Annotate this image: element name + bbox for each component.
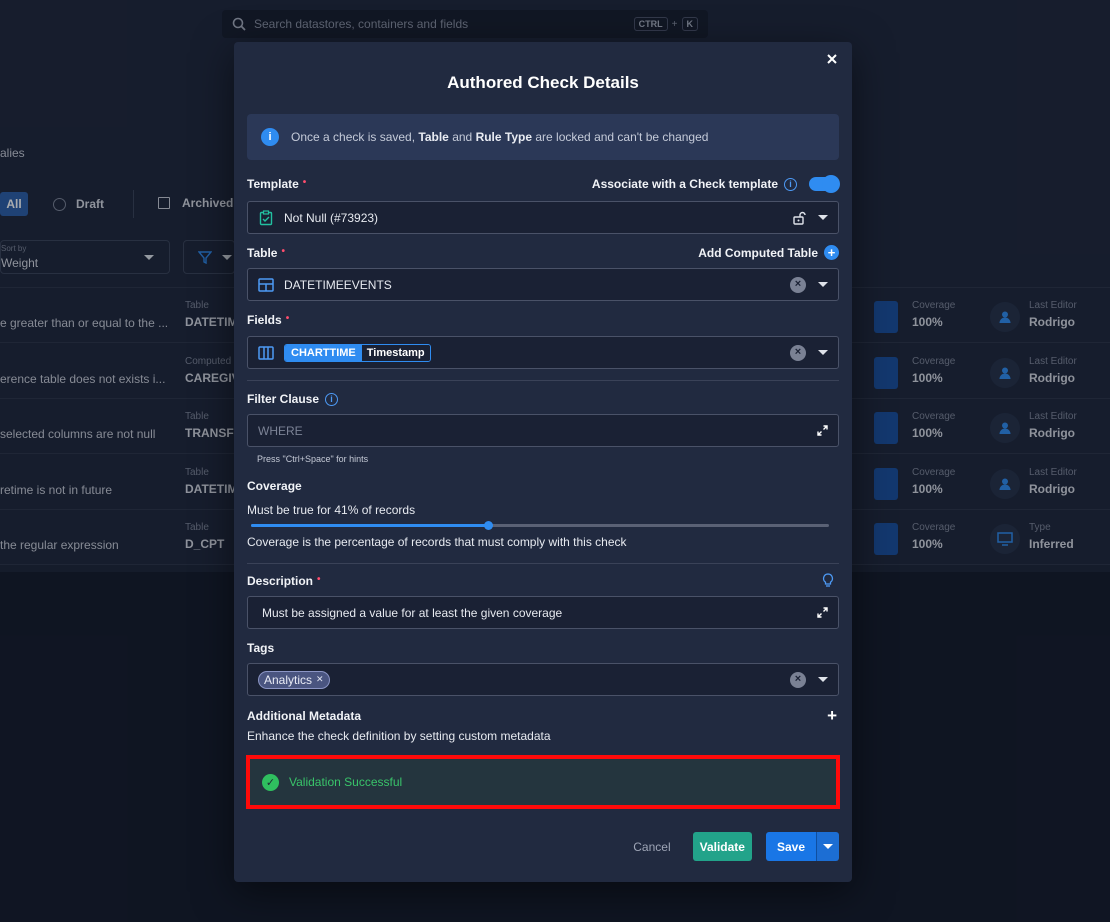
cancel-button[interactable]: Cancel (625, 834, 678, 860)
plus-icon: + (824, 245, 839, 260)
tag-chip-label: Analytics (264, 672, 313, 687)
info-icon[interactable]: i (325, 392, 339, 406)
table-icon (258, 277, 274, 292)
metadata-label: Additional Metadata (247, 709, 362, 723)
table-value: DATETIMEEVENTS (284, 277, 392, 292)
chevron-down-icon[interactable] (818, 282, 828, 287)
chevron-down-icon[interactable] (818, 677, 828, 682)
tags-label: Tags (247, 641, 275, 655)
chevron-down-icon[interactable] (818, 215, 828, 220)
metadata-help: Enhance the check definition by setting … (247, 729, 551, 743)
validate-button[interactable]: Validate (692, 832, 752, 861)
clipboard-check-icon (259, 209, 273, 225)
save-options-button[interactable] (816, 832, 839, 861)
check-circle-icon: ✓ (262, 773, 279, 791)
table-select[interactable]: DATETIMEEVENTS × (247, 268, 839, 301)
coverage-help: Coverage is the percentage of records th… (247, 535, 627, 549)
info-icon: i (261, 128, 279, 146)
add-computed-table-label: Add Computed Table (698, 245, 818, 260)
filter-hint: Press "Ctrl+Space" for hints (257, 454, 369, 464)
filter-clause-placeholder: WHERE (258, 423, 303, 438)
save-button-group: Save (765, 832, 839, 861)
validation-success-banner: ✓ Validation Successful (246, 755, 840, 809)
expand-icon[interactable] (817, 425, 828, 436)
template-select[interactable]: Not Null (#73923) (247, 201, 839, 234)
filter-clause-label: Filter Clause i (247, 392, 339, 406)
fields-select[interactable]: CHARTTIME Timestamp × (247, 336, 839, 369)
coverage-slider-fill (251, 524, 488, 527)
tags-select[interactable]: Analytics ✕ × (247, 663, 839, 696)
clear-icon[interactable]: × (790, 344, 806, 361)
add-computed-table-button[interactable]: Add Computed Table + (698, 245, 839, 260)
close-icon (827, 54, 837, 64)
coverage-label: Coverage (247, 479, 302, 493)
description-label: Description • (247, 574, 321, 588)
chevron-down-icon[interactable] (818, 350, 828, 355)
plus-icon: + (827, 706, 837, 725)
associate-template: Associate with a Check template i (591, 175, 840, 193)
modal-footer: Cancel Validate Save (625, 832, 839, 861)
expand-icon[interactable] (817, 607, 828, 618)
description-value: Must be assigned a value for at least th… (262, 605, 563, 620)
columns-icon (258, 345, 274, 360)
coverage-text: Must be true for 41% of records (247, 503, 416, 517)
remove-tag-icon[interactable]: ✕ (316, 674, 324, 685)
add-metadata-button[interactable]: + (827, 706, 837, 726)
template-value: Not Null (#73923) (284, 210, 379, 225)
field-chip[interactable]: CHARTTIME Timestamp (284, 343, 431, 362)
lock-info-text: Once a check is saved, Table and Rule Ty… (291, 130, 709, 144)
unlock-icon[interactable] (792, 211, 806, 225)
filter-clause-input[interactable]: WHERE (247, 414, 839, 447)
description-input[interactable]: Must be assigned a value for at least th… (247, 596, 839, 629)
lightbulb-icon[interactable] (822, 573, 834, 588)
associate-template-toggle[interactable] (809, 175, 840, 193)
section-divider (247, 563, 839, 564)
field-chip-type: Timestamp (361, 344, 430, 361)
clear-icon[interactable]: × (790, 671, 806, 688)
tag-chip[interactable]: Analytics ✕ (258, 670, 330, 689)
modal-title: Authored Check Details (447, 73, 639, 92)
template-label: Template • (247, 177, 307, 191)
associate-template-label: Associate with a Check template (591, 177, 778, 191)
field-chip-name: CHARTTIME (285, 344, 362, 361)
fields-label: Fields • (247, 313, 290, 327)
chevron-down-icon (823, 844, 833, 849)
info-icon[interactable]: i (784, 177, 797, 191)
close-button[interactable] (824, 53, 840, 69)
save-button[interactable]: Save (765, 832, 816, 861)
clear-icon[interactable]: × (790, 276, 806, 293)
authored-check-modal: Authored Check Details i Once a check is… (234, 42, 852, 882)
lock-info-banner: i Once a check is saved, Table and Rule … (247, 114, 839, 160)
table-label: Table • (247, 246, 285, 260)
coverage-slider[interactable] (251, 521, 829, 530)
coverage-slider-thumb[interactable] (484, 521, 493, 530)
validation-message: Validation Successful (289, 775, 403, 789)
section-divider (247, 380, 839, 381)
